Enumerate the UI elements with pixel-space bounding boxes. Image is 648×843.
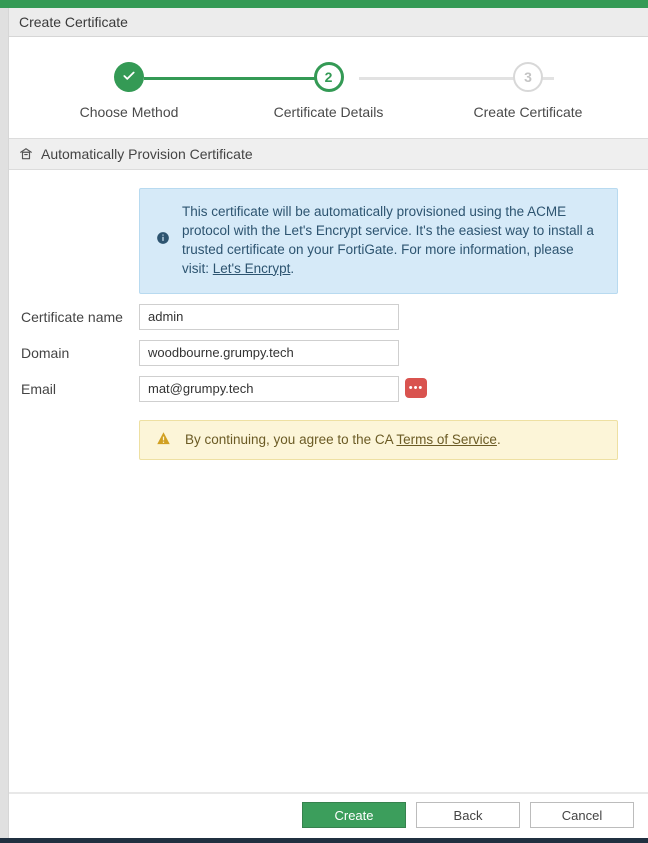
step-choose-method[interactable]: Choose Method <box>39 62 219 120</box>
terms-of-service-link[interactable]: Terms of Service <box>396 432 497 447</box>
info-banner: This certificate will be automatically p… <box>139 188 618 294</box>
terms-suffix: . <box>497 432 501 447</box>
section-title: Automatically Provision Certificate <box>41 146 253 162</box>
warning-icon <box>156 431 171 449</box>
check-icon <box>122 69 136 86</box>
form-content: This certificate will be automatically p… <box>9 170 648 792</box>
app-bottom-bar <box>0 838 648 843</box>
step-label: Certificate Details <box>274 104 384 120</box>
create-button[interactable]: Create <box>302 802 406 828</box>
certificate-name-input[interactable] <box>139 304 399 330</box>
dialog-title: Create Certificate <box>9 8 648 37</box>
autofill-badge-icon[interactable]: ••• <box>405 378 427 398</box>
step-circle-done <box>114 62 144 92</box>
info-icon <box>156 231 170 251</box>
label-certificate-name: Certificate name <box>19 309 139 325</box>
info-text-container: This certificate will be automatically p… <box>182 203 601 279</box>
cancel-button[interactable]: Cancel <box>530 802 634 828</box>
terms-prefix: By continuing, you agree to the CA <box>185 432 396 447</box>
step-circle-current: 2 <box>314 62 344 92</box>
domain-input[interactable] <box>139 340 399 366</box>
back-button[interactable]: Back <box>416 802 520 828</box>
row-email: Email ••• <box>19 376 638 402</box>
step-label: Create Certificate <box>474 104 583 120</box>
label-email: Email <box>19 381 139 397</box>
section-header: Automatically Provision Certificate <box>9 138 648 170</box>
terms-warning: By continuing, you agree to the CA Terms… <box>139 420 618 460</box>
create-certificate-dialog: Create Certificate Choose Method 2 Certi… <box>8 8 648 838</box>
step-circle-upcoming: 3 <box>513 62 543 92</box>
dialog-footer: Create Back Cancel <box>9 792 648 838</box>
row-domain: Domain <box>19 340 638 366</box>
wizard-stepper: Choose Method 2 Certificate Details 3 Cr… <box>9 37 648 138</box>
terms-text-container: By continuing, you agree to the CA Terms… <box>185 432 501 447</box>
brand-top-bar <box>0 0 648 8</box>
step-certificate-details[interactable]: 2 Certificate Details <box>239 62 419 120</box>
row-certificate-name: Certificate name <box>19 304 638 330</box>
label-domain: Domain <box>19 345 139 361</box>
step-create-certificate[interactable]: 3 Create Certificate <box>438 62 618 120</box>
lets-encrypt-link[interactable]: Let's Encrypt <box>213 261 291 276</box>
step-label: Choose Method <box>80 104 179 120</box>
provision-icon <box>19 147 33 161</box>
info-trailing: . <box>290 261 294 276</box>
email-input[interactable] <box>139 376 399 402</box>
